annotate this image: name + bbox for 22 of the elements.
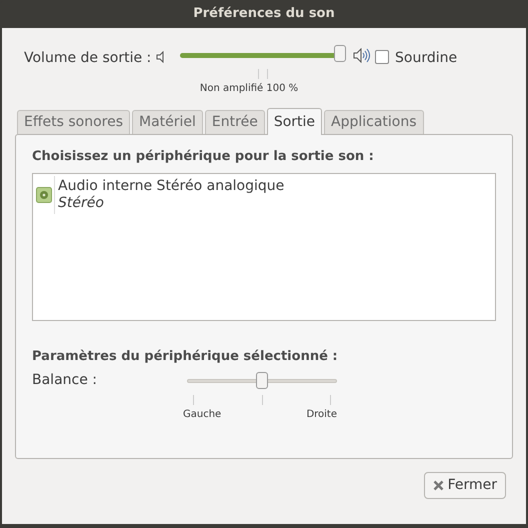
mute-checkbox[interactable] (375, 50, 389, 64)
left-label: Gauche (183, 408, 222, 422)
tab[interactable]: Matériel (132, 110, 203, 134)
section-heading: Paramètres du périphérique sélectionné : (32, 348, 339, 366)
right-label: Droite (306, 408, 337, 422)
balance-slider[interactable] (187, 370, 337, 392)
section-heading: Choisissez un périphérique pour la sortie son : (32, 148, 375, 166)
device-profile: Stéréo (58, 194, 105, 212)
window-title: Préférences du son (193, 5, 335, 24)
tab[interactable]: Applications (324, 110, 424, 134)
volume-label: Volume de sortie : (24, 49, 152, 68)
close-button[interactable]: Fermer (424, 472, 506, 499)
device-row[interactable]: Audio interne Stéréo analogique Stéréo (33, 176, 495, 214)
mute-label: Sourdine (395, 49, 458, 68)
tab[interactable]: Entrée (204, 110, 265, 134)
volume-mark-label: Non amplifié 100 % (200, 82, 298, 96)
tab[interactable]: Sortie (266, 108, 322, 135)
speaker-high-icon (353, 48, 370, 63)
radio-selected-icon (36, 186, 52, 202)
device-name: Audio interne Stéréo analogique (58, 178, 284, 194)
tab[interactable]: Effets sonores (17, 110, 130, 134)
close-icon (432, 480, 444, 491)
